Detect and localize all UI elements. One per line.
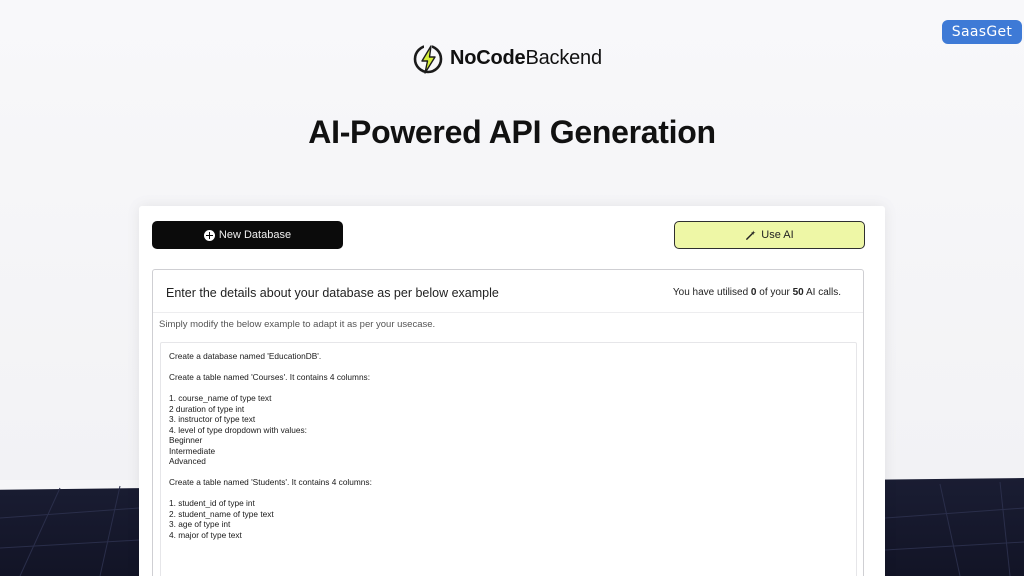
new-database-button[interactable]: New Database [152,221,343,249]
page-headline: AI-Powered API Generation [308,114,716,150]
lightning-bolt-logo-icon [413,42,443,74]
saasget-badge[interactable]: SaasGet [942,20,1022,44]
brand-logo[interactable]: NoCodeBackend [412,40,602,76]
example-line: Beginner [169,435,203,445]
example-line [169,362,856,373]
database-description-textarea[interactable]: Create a database named 'EducationDB'. Cr… [160,342,857,576]
use-ai-button[interactable]: Use AI [674,221,865,249]
use-ai-label: Use AI [761,229,794,241]
example-line: Create a table named 'Courses'. It conta… [169,372,371,382]
example-line [169,383,856,394]
example-line: 4. major of type text [169,529,242,540]
example-line: Advanced [169,456,206,466]
example-line: 3. instructor of type text [169,414,256,424]
example-line [169,488,856,499]
example-line [169,467,856,478]
magic-wand-icon [746,229,756,240]
example-line: 2 duration of type int [169,403,245,414]
example-hint: Simply modify the below example to adapt… [159,319,436,330]
brand-name: NoCodeBackend [450,46,602,69]
example-line: 1. course_name of type text [169,393,272,403]
new-database-label: New Database [218,229,292,241]
example-line: 1. student_id of type int [169,498,255,508]
example-line: Intermediate [169,445,216,456]
app-screenshot-card: New Database Use AI Enter the details ab… [139,206,885,576]
panel-title: Enter the details about your database as… [166,286,499,300]
ai-calls-total: 50 [792,287,804,298]
example-line: 4. level of type dropdown with values: [169,424,307,435]
example-line: Create a table named 'Students'. It cont… [169,477,372,487]
database-details-panel: Enter the details about your database as… [152,269,864,576]
ai-usage-counter: You have utilised 0 of your 50 AI calls. [672,287,841,298]
panel-divider [153,312,863,313]
example-line: 2. student_name of type text [169,508,274,519]
plus-circle-icon [203,229,215,241]
example-line: 3. age of type int [169,519,231,529]
example-line: Create a database named 'EducationDB'. [169,351,322,361]
